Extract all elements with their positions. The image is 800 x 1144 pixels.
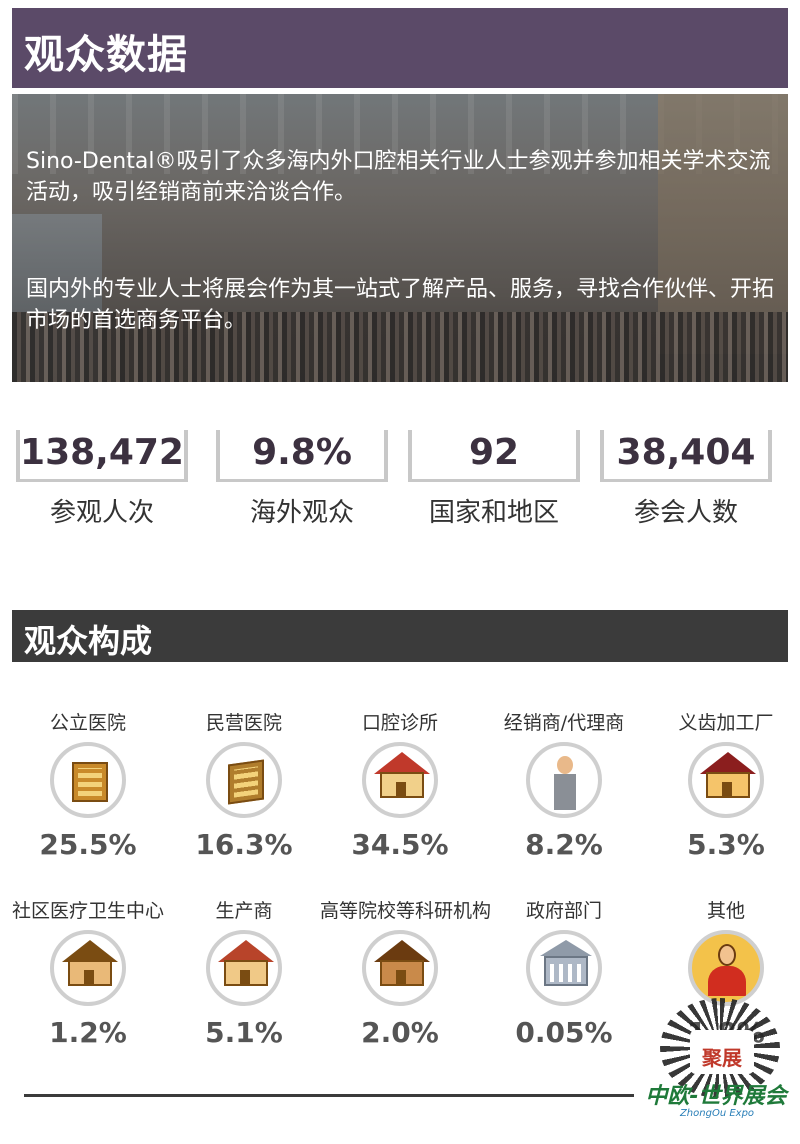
category-percent: 5.3%: [687, 828, 765, 861]
roof-shape: [700, 752, 756, 774]
hero-banner: Sino-Dental®吸引了众多海内外口腔相关行业人士参观并参加相关学术交流活…: [12, 94, 788, 382]
person-body: [708, 966, 746, 996]
category-public-hospital: 公立医院 25.5%: [8, 708, 168, 868]
office-building-icon: [206, 742, 282, 818]
building-shape: [72, 762, 108, 802]
category-percent: 0.05%: [515, 1016, 613, 1049]
category-label: 高等院校等科研机构: [320, 900, 492, 922]
category-label: 政府部门: [525, 900, 602, 922]
stat-label: 参观人次: [49, 498, 154, 528]
category-percent: 25.5%: [39, 828, 137, 861]
stat-overseas: 9.8% 海外观众: [216, 430, 388, 530]
category-percent: 8.2%: [525, 828, 603, 861]
school-building-icon: [362, 930, 438, 1006]
factory-house-icon: [688, 742, 764, 818]
category-distributor: 经销商/代理商 8.2%: [484, 708, 644, 868]
category-manufacturer: 生产商 5.1%: [164, 896, 324, 1056]
person-head: [718, 944, 736, 966]
category-research-institute: 高等院校等科研机构 2.0%: [320, 896, 492, 1056]
government-building-icon: [526, 930, 602, 1006]
category-label: 民营医院: [205, 712, 282, 734]
watermark-logo-sub: ZhongOu Expo: [679, 1108, 755, 1119]
page-title: 观众数据: [24, 32, 188, 78]
door-shape: [84, 970, 94, 986]
category-government: 政府部门 0.05%: [484, 896, 644, 1056]
roof-shape: [218, 940, 274, 962]
category-label: 口腔诊所: [361, 712, 438, 734]
category-label: 经销商/代理商: [503, 712, 625, 734]
category-denture-lab: 义齿加工厂 5.3%: [646, 708, 800, 868]
header-bar: 观众数据: [12, 8, 788, 88]
hero-overlay: [12, 94, 788, 382]
category-percent: 16.3%: [195, 828, 293, 861]
stat-label: 海外观众: [249, 498, 354, 528]
stat-value: 92: [468, 432, 520, 473]
category-percent: 34.5%: [351, 828, 449, 861]
stat-label: 国家和地区: [428, 498, 559, 528]
door-shape: [722, 782, 732, 798]
door-shape: [396, 970, 406, 986]
category-label: 公立医院: [49, 712, 126, 734]
category-percent: 2.0%: [361, 1016, 439, 1049]
stats-row: 138,472 参观人次 9.8% 海外观众 92 国家和地区 38,404 参…: [0, 430, 800, 530]
pediment-shape: [540, 940, 592, 956]
person-head: [557, 756, 573, 774]
stat-attendees: 38,404 参会人数: [600, 430, 772, 530]
person-icon: [688, 930, 764, 1006]
category-label: 其他: [706, 900, 745, 922]
stat-countries: 92 国家和地区: [408, 430, 580, 530]
door-shape: [396, 782, 406, 798]
community-center-icon: [50, 930, 126, 1006]
category-dental-clinic: 口腔诊所 34.5%: [320, 708, 480, 868]
door-shape: [240, 970, 250, 986]
watermark-logo: 中欧-世界展会: [645, 1084, 787, 1109]
footer-divider: [24, 1094, 634, 1097]
category-label: 义齿加工厂: [678, 712, 774, 734]
roof-shape: [374, 940, 430, 962]
category-label: 生产商: [215, 900, 273, 922]
category-label: 社区医疗卫生中心: [11, 900, 164, 922]
section-title: 观众构成: [24, 622, 153, 660]
manufacturer-store-icon: [206, 930, 282, 1006]
hero-paragraph-1: Sino-Dental®吸引了众多海内外口腔相关行业人士参观并参加相关学术交流活…: [26, 149, 771, 205]
hospital-building-icon: [50, 742, 126, 818]
qr-label: 聚展: [702, 1046, 742, 1070]
roof-shape: [374, 752, 430, 774]
category-percent: 1.2%: [49, 1016, 127, 1049]
hero-paragraph-2: 国内外的专业人士将展会作为其一站式了解产品、服务，寻找合作伙伴、开拓市场的首选商…: [26, 277, 775, 333]
stat-value: 138,472: [20, 432, 184, 473]
category-community-center: 社区医疗卫生中心 1.2%: [8, 896, 168, 1056]
category-percent: 5.1%: [205, 1016, 283, 1049]
section-bar: 观众构成: [12, 610, 788, 662]
stat-value: 9.8%: [252, 432, 352, 473]
stat-visits: 138,472 参观人次: [16, 430, 188, 530]
clinic-house-icon: [362, 742, 438, 818]
stat-value: 38,404: [616, 432, 756, 473]
building-shape: [228, 759, 264, 805]
category-private-hospital: 民营医院 16.3%: [164, 708, 324, 868]
person-body: [554, 774, 576, 810]
stat-label: 参会人数: [633, 498, 738, 528]
roof-shape: [62, 940, 118, 962]
businessman-icon: [526, 742, 602, 818]
columns-shape: [544, 956, 588, 986]
